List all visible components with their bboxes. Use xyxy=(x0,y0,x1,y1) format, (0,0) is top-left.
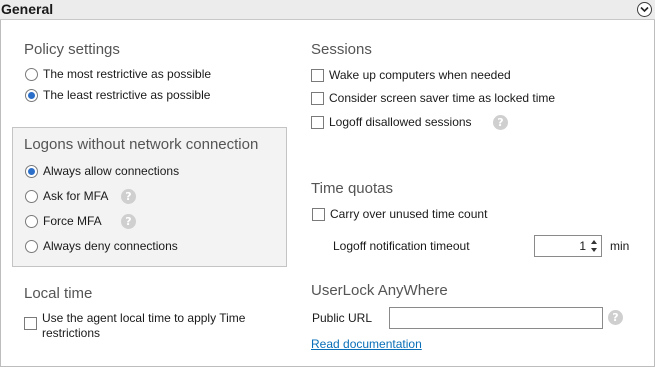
radio-button[interactable] xyxy=(25,239,38,253)
carry-over-checkbox[interactable]: Carry over unused time count xyxy=(312,207,487,221)
radio-button[interactable] xyxy=(25,214,38,228)
wake-up-computers-label: Wake up computers when needed xyxy=(329,68,511,82)
radio-button[interactable] xyxy=(25,67,38,81)
userlock-anywhere-title: UserLock AnyWhere xyxy=(311,282,448,299)
logoff-timeout-value[interactable]: 1 xyxy=(579,239,586,253)
read-documentation-link[interactable]: Read documentation xyxy=(311,337,422,351)
policy-least-restrictive-label: The least restrictive as possible xyxy=(43,88,211,102)
logons-always-allow-label: Always allow connections xyxy=(43,164,180,178)
checkbox[interactable] xyxy=(311,115,324,129)
logons-force-mfa-label: Force MFA xyxy=(43,214,102,228)
public-url-help-icon[interactable]: ? xyxy=(608,310,623,325)
logoff-timeout-stepper[interactable]: 1 xyxy=(534,235,602,257)
policy-most-restrictive-radio[interactable]: The most restrictive as possible xyxy=(25,67,211,81)
radio-button[interactable] xyxy=(25,189,38,203)
stepper-up-icon[interactable] xyxy=(591,240,597,244)
logons-title: Logons without network connection xyxy=(24,136,259,153)
logoff-disallowed-help-icon[interactable]: ? xyxy=(493,115,508,130)
logons-always-allow-radio[interactable]: Always allow connections xyxy=(25,164,179,178)
section-header-title: General xyxy=(1,1,54,17)
public-url-label: Public URL xyxy=(312,311,373,325)
policy-most-restrictive-label: The most restrictive as possible xyxy=(43,67,212,81)
general-header: General xyxy=(0,0,655,20)
carry-over-label: Carry over unused time count xyxy=(330,207,488,221)
wake-up-computers-checkbox[interactable]: Wake up computers when needed xyxy=(311,68,511,82)
logons-always-deny-label: Always deny connections xyxy=(43,239,178,253)
logons-ask-mfa-radio[interactable]: Ask for MFA xyxy=(25,189,108,203)
logons-always-deny-radio[interactable]: Always deny connections xyxy=(25,239,178,253)
public-url-input[interactable] xyxy=(389,307,603,329)
checkbox[interactable] xyxy=(311,91,324,105)
logoff-timeout-label: Logoff notification timeout xyxy=(333,239,470,253)
agent-local-time-checkbox[interactable]: Use the agent local time to apply Time r… xyxy=(24,311,272,341)
stepper-down-icon[interactable] xyxy=(591,248,597,252)
logons-force-mfa-radio[interactable]: Force MFA xyxy=(25,214,102,228)
local-time-title: Local time xyxy=(24,285,93,302)
checkbox[interactable] xyxy=(311,68,324,82)
logoff-disallowed-checkbox[interactable]: Logoff disallowed sessions xyxy=(311,115,472,129)
sessions-title: Sessions xyxy=(311,41,372,58)
policy-least-restrictive-radio[interactable]: The least restrictive as possible xyxy=(25,88,210,102)
radio-button-selected[interactable] xyxy=(25,164,38,178)
agent-local-time-label: Use the agent local time to apply Time r… xyxy=(42,311,246,340)
logoff-timeout-unit: min xyxy=(610,239,630,253)
stepper-arrows[interactable] xyxy=(589,237,600,255)
time-quotas-title: Time quotas xyxy=(311,180,393,197)
screen-saver-locked-label: Consider screen saver time as locked tim… xyxy=(329,91,556,105)
chevron-down-icon xyxy=(640,6,649,13)
checkbox[interactable] xyxy=(24,317,37,330)
radio-button-selected[interactable] xyxy=(25,88,38,102)
policy-settings-title: Policy settings xyxy=(24,41,120,58)
logoff-disallowed-label: Logoff disallowed sessions xyxy=(329,115,472,129)
screen-saver-locked-checkbox[interactable]: Consider screen saver time as locked tim… xyxy=(311,91,555,105)
ask-mfa-help-icon[interactable]: ? xyxy=(121,189,136,204)
checkbox[interactable] xyxy=(312,207,325,221)
force-mfa-help-icon[interactable]: ? xyxy=(121,214,136,229)
collapse-button[interactable] xyxy=(637,2,652,17)
logons-ask-mfa-label: Ask for MFA xyxy=(43,189,109,203)
